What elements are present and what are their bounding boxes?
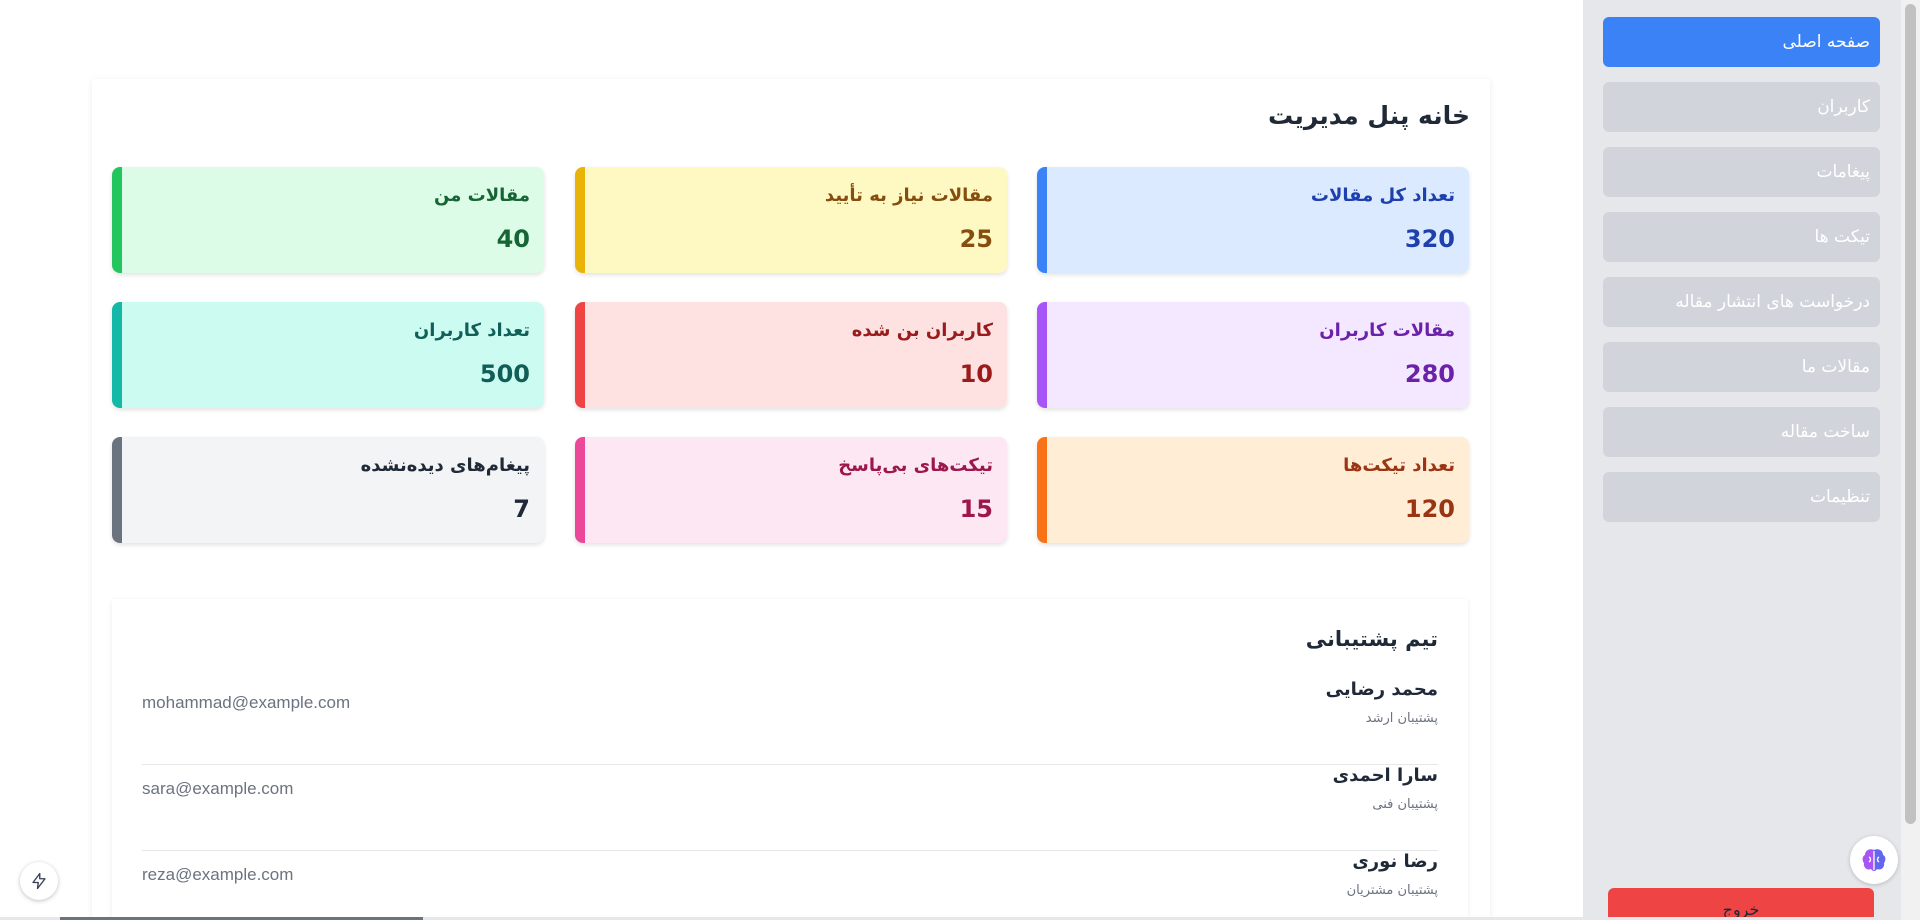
scrollbar[interactable] — [1901, 0, 1920, 920]
card-label: مقالات کاربران — [1319, 320, 1455, 341]
card-accent — [112, 167, 122, 273]
brain-button[interactable] — [1850, 836, 1898, 884]
card-label: تعداد کل مقالات — [1310, 185, 1455, 206]
card-value: 25 — [959, 225, 993, 253]
sidebar-item-label: صفحه اصلی — [1782, 32, 1870, 52]
card-accent — [575, 302, 585, 408]
card-label: تعداد کاربران — [413, 320, 530, 341]
sidebar-item-label: مقالات ما — [1801, 357, 1870, 377]
card-label: پیغام‌های دیده‌نشده — [360, 455, 530, 476]
member-role: پشتیبان ارشد — [1365, 711, 1438, 726]
card-accent — [112, 302, 122, 408]
card-label: مقالات من — [434, 185, 530, 206]
member-name: محمد رضایی — [1325, 679, 1438, 700]
sidebar-item-create-article[interactable]: ساخت مقاله — [1603, 407, 1880, 457]
member-role: پشتیبان مشتریان — [1346, 883, 1438, 898]
sidebar-item-users[interactable]: کاربران — [1603, 82, 1880, 132]
sidebar-item-messages[interactable]: پیغامات — [1603, 147, 1880, 197]
team-member-row: سارا احمدی پشتیبان فنی sara@example.com — [142, 765, 1438, 851]
card-value: 40 — [496, 225, 530, 253]
sidebar-item-settings[interactable]: تنظیمات — [1603, 472, 1880, 522]
member-name: رضا نوری — [1352, 851, 1438, 872]
card-accent — [1037, 167, 1047, 273]
stat-card-total-tickets: تعداد تیکت‌ها 120 — [1037, 437, 1469, 543]
stat-card-total-users: تعداد کاربران 500 — [112, 302, 544, 408]
sidebar-item-home[interactable]: صفحه اصلی — [1603, 17, 1880, 67]
sidebar-item-label: درخواست های انتشار مقاله — [1675, 292, 1870, 312]
card-accent — [112, 437, 122, 543]
sidebar-item-label: ساخت مقاله — [1780, 422, 1870, 442]
support-team-title: تیم پشتیبانی — [1305, 627, 1438, 651]
stat-card-user-articles: مقالات کاربران 280 — [1037, 302, 1469, 408]
logout-button[interactable]: خروج — [1608, 888, 1874, 920]
card-label: تعداد تیکت‌ها — [1343, 455, 1455, 476]
support-team-panel: تیم پشتیبانی محمد رضایی پشتیبان ارشد moh… — [112, 599, 1468, 920]
bolt-button[interactable] — [20, 862, 58, 900]
card-accent — [1037, 302, 1047, 408]
sidebar-item-publish-requests[interactable]: درخواست های انتشار مقاله — [1603, 277, 1880, 327]
sidebar-item-label: تیکت ها — [1814, 227, 1871, 247]
stat-card-total-articles: تعداد کل مقالات 320 — [1037, 167, 1469, 273]
sidebar-item-label: تنظیمات — [1810, 487, 1870, 507]
member-name: سارا احمدی — [1332, 765, 1438, 786]
sidebar-item-label: پیغامات — [1816, 162, 1870, 182]
card-value: 120 — [1404, 495, 1455, 523]
card-value: 7 — [513, 495, 530, 523]
card-value: 15 — [959, 495, 993, 523]
team-member-row: رضا نوری پشتیبان مشتریان reza@example.co… — [142, 851, 1438, 920]
card-value: 320 — [1404, 225, 1455, 253]
card-accent — [1037, 437, 1047, 543]
scrollbar-thumb[interactable] — [1905, 4, 1916, 824]
team-member-row: محمد رضایی پشتیبان ارشد mohammad@example… — [142, 679, 1438, 765]
sidebar-item-tickets[interactable]: تیکت ها — [1603, 212, 1880, 262]
card-value: 500 — [479, 360, 530, 388]
member-email[interactable]: mohammad@example.com — [142, 693, 350, 713]
card-label: تیکت‌های بی‌پاسخ — [838, 455, 993, 476]
card-value: 280 — [1404, 360, 1455, 388]
stat-card-pending-articles: مقالات نیاز به تأیید 25 — [575, 167, 1007, 273]
card-accent — [575, 167, 585, 273]
stat-card-banned-users: کاربران بن شده 10 — [575, 302, 1007, 408]
card-accent — [575, 437, 585, 543]
member-email[interactable]: reza@example.com — [142, 865, 293, 885]
stat-card-unanswered-tickets: تیکت‌های بی‌پاسخ 15 — [575, 437, 1007, 543]
bolt-icon — [32, 872, 46, 890]
sidebar-item-label: کاربران — [1817, 97, 1870, 117]
stat-card-my-articles: مقالات من 40 — [112, 167, 544, 273]
page-title: خانه پنل مدیریت — [1268, 101, 1470, 130]
main-panel: خانه پنل مدیریت تعداد کل مقالات 320 مقال… — [92, 79, 1490, 920]
brain-icon — [1862, 849, 1886, 871]
stat-card-unread-messages: پیغام‌های دیده‌نشده 7 — [112, 437, 544, 543]
card-label: مقالات نیاز به تأیید — [824, 185, 993, 206]
card-value: 10 — [959, 360, 993, 388]
sidebar-item-our-articles[interactable]: مقالات ما — [1603, 342, 1880, 392]
card-label: کاربران بن شده — [851, 320, 993, 341]
member-role: پشتیبان فنی — [1372, 797, 1438, 812]
sidebar: صفحه اصلی کاربران پیغامات تیکت ها درخواس… — [1583, 0, 1901, 920]
member-email[interactable]: sara@example.com — [142, 779, 293, 799]
